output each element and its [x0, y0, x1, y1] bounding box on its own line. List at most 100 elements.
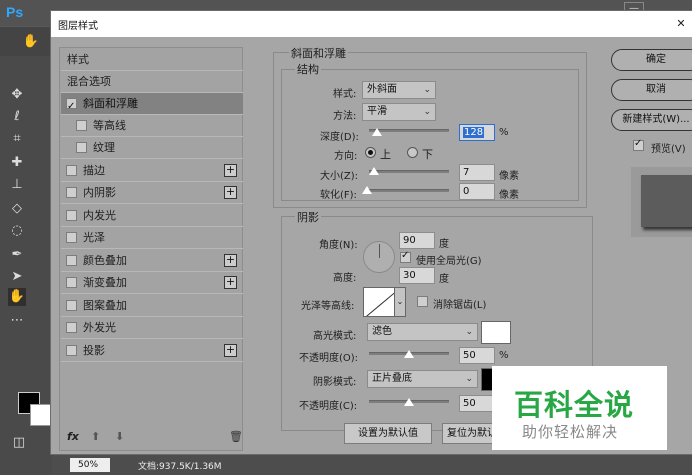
stamp-tool-icon[interactable]: ⊥	[8, 176, 26, 194]
soften-slider-thumb[interactable]	[362, 186, 372, 194]
ok-button[interactable]: 确定	[611, 49, 692, 71]
style-item-styles[interactable]: 样式	[61, 49, 243, 71]
add-inner-shadow-button[interactable]: +	[224, 186, 237, 199]
style-item-label: 等高线	[93, 119, 126, 132]
soften-field[interactable]: 0	[459, 183, 495, 200]
more-tools-icon[interactable]: ⋯	[8, 312, 26, 330]
add-drop-shadow-button[interactable]: +	[224, 344, 237, 357]
altitude-field[interactable]: 30	[399, 267, 435, 284]
lasso-tool-icon[interactable]: ℓ	[8, 108, 26, 126]
style-item-color-overlay[interactable]: 颜色叠加 +	[61, 250, 243, 272]
gloss-contour-label: 光泽等高线:	[301, 301, 355, 312]
outer-glow-checkbox[interactable]	[66, 322, 77, 333]
move-tool-icon[interactable]: ✥	[8, 86, 26, 104]
make-default-button[interactable]: 设置为默认值	[344, 423, 432, 444]
style-item-bevel-emboss[interactable]: 斜面和浮雕	[61, 93, 243, 118]
angle-field[interactable]: 90	[399, 232, 435, 249]
background-color-swatch[interactable]	[30, 404, 52, 426]
direction-down-radio[interactable]	[407, 147, 418, 158]
shadow-opacity-field[interactable]: 50	[459, 395, 495, 412]
chevron-down-icon[interactable]: ⌄	[394, 287, 406, 317]
inner-shadow-checkbox[interactable]	[66, 187, 77, 198]
contour-checkbox[interactable]	[76, 120, 87, 131]
shadow-mode-select[interactable]: 正片叠底 ⌄	[367, 370, 478, 388]
doc-info: 文档:937.5K/1.36M	[138, 462, 222, 472]
add-stroke-button[interactable]: +	[224, 164, 237, 177]
move-up-icon[interactable]: ⬆	[91, 430, 100, 443]
soften-label: 软化(F):	[320, 190, 357, 201]
size-slider[interactable]	[369, 170, 449, 173]
depth-field[interactable]: 128	[459, 124, 495, 141]
move-down-icon[interactable]: ⬇	[115, 430, 124, 443]
bevel-emboss-checkbox[interactable]	[66, 96, 77, 118]
direction-up-radio[interactable]	[365, 147, 376, 158]
style-item-inner-glow[interactable]: 内发光	[61, 205, 243, 227]
preview-label: 预览(V)	[651, 144, 686, 155]
ps-logo: Ps	[6, 4, 24, 20]
crop-tool-icon[interactable]: ⌗	[8, 130, 26, 148]
texture-checkbox[interactable]	[76, 142, 87, 153]
style-item-contour[interactable]: 等高线	[61, 115, 243, 137]
chevron-down-icon: ⌄	[423, 107, 431, 117]
gloss-contour-picker[interactable]	[363, 287, 397, 317]
angle-label: 角度(N):	[319, 240, 358, 251]
technique-select[interactable]: 平滑 ⌄	[362, 103, 436, 121]
style-item-pattern-overlay[interactable]: 图案叠加	[61, 295, 243, 317]
eraser-tool-icon[interactable]: ◇	[8, 200, 26, 218]
zoom-field[interactable]: 50%	[70, 458, 110, 472]
hand-icon[interactable]: ✋	[22, 33, 40, 51]
inner-glow-checkbox[interactable]	[66, 210, 77, 221]
ps-toolbar: ✥ ℓ ⌗ ✚ ⊥ ◇ ◌ ✒ ➤ ✋ ⋯ ◫	[0, 56, 52, 475]
hand-tool-icon[interactable]: ✋	[8, 288, 26, 306]
style-item-stroke[interactable]: 描边 +	[61, 160, 243, 182]
highlight-opacity-thumb[interactable]	[404, 350, 414, 358]
size-label: 大小(Z):	[320, 171, 359, 182]
style-item-satin[interactable]: 光泽	[61, 227, 243, 249]
watermark-title: 百科全说	[514, 388, 635, 422]
size-slider-thumb[interactable]	[369, 167, 379, 175]
shading-title: 阴影	[295, 209, 321, 225]
trash-icon[interactable]: 🗑	[229, 430, 243, 443]
angle-dial[interactable]	[363, 241, 395, 273]
fx-icon[interactable]: fx	[67, 430, 79, 443]
style-item-drop-shadow[interactable]: 投影 +	[61, 340, 243, 362]
add-color-overlay-button[interactable]: +	[224, 254, 237, 267]
preview-checkbox[interactable]	[633, 138, 644, 151]
gradient-overlay-checkbox[interactable]	[66, 277, 77, 288]
global-light-checkbox[interactable]	[400, 250, 411, 263]
style-item-blending-options[interactable]: 混合选项	[61, 71, 243, 93]
stroke-checkbox[interactable]	[66, 165, 77, 176]
select-tool-icon[interactable]: ➤	[8, 268, 26, 286]
depth-slider-thumb[interactable]	[372, 128, 382, 136]
style-item-label: 渐变叠加	[83, 276, 127, 289]
style-item-outer-glow[interactable]: 外发光	[61, 317, 243, 339]
style-item-texture[interactable]: 纹理	[61, 137, 243, 159]
style-item-inner-shadow[interactable]: 内阴影 +	[61, 182, 243, 204]
quick-mask-icon[interactable]: ◫	[10, 434, 28, 452]
add-gradient-overlay-button[interactable]: +	[224, 276, 237, 289]
style-item-label: 图案叠加	[83, 299, 127, 312]
satin-checkbox[interactable]	[66, 232, 77, 243]
bevel-style-select[interactable]: 外斜面 ⌄	[362, 81, 436, 99]
shadow-opacity-thumb[interactable]	[404, 398, 414, 406]
close-icon[interactable]: ✕	[663, 13, 692, 35]
size-field[interactable]: 7	[459, 164, 495, 181]
dialog-titlebar[interactable]: 图层样式 ✕	[51, 11, 692, 37]
blur-tool-icon[interactable]: ◌	[8, 222, 26, 240]
style-item-gradient-overlay[interactable]: 渐变叠加 +	[61, 272, 243, 294]
cancel-button[interactable]: 取消	[611, 79, 692, 101]
new-style-button[interactable]: 新建样式(W)...	[611, 109, 692, 131]
heal-tool-icon[interactable]: ✚	[8, 154, 26, 172]
highlight-opacity-field[interactable]: 50	[459, 347, 495, 364]
anti-alias-checkbox[interactable]	[417, 296, 428, 307]
highlight-color-swatch[interactable]	[481, 321, 511, 344]
color-overlay-checkbox[interactable]	[66, 255, 77, 266]
pen-tool-icon[interactable]: ✒	[8, 246, 26, 264]
highlight-mode-select[interactable]: 滤色 ⌄	[367, 323, 478, 341]
shadow-opacity-value: 50	[463, 398, 476, 409]
chevron-down-icon: ⌄	[465, 374, 473, 384]
soften-slider[interactable]	[366, 189, 449, 192]
drop-shadow-checkbox[interactable]	[66, 345, 77, 356]
pattern-overlay-checkbox[interactable]	[66, 300, 77, 311]
shadow-mode-value: 正片叠底	[372, 373, 412, 384]
